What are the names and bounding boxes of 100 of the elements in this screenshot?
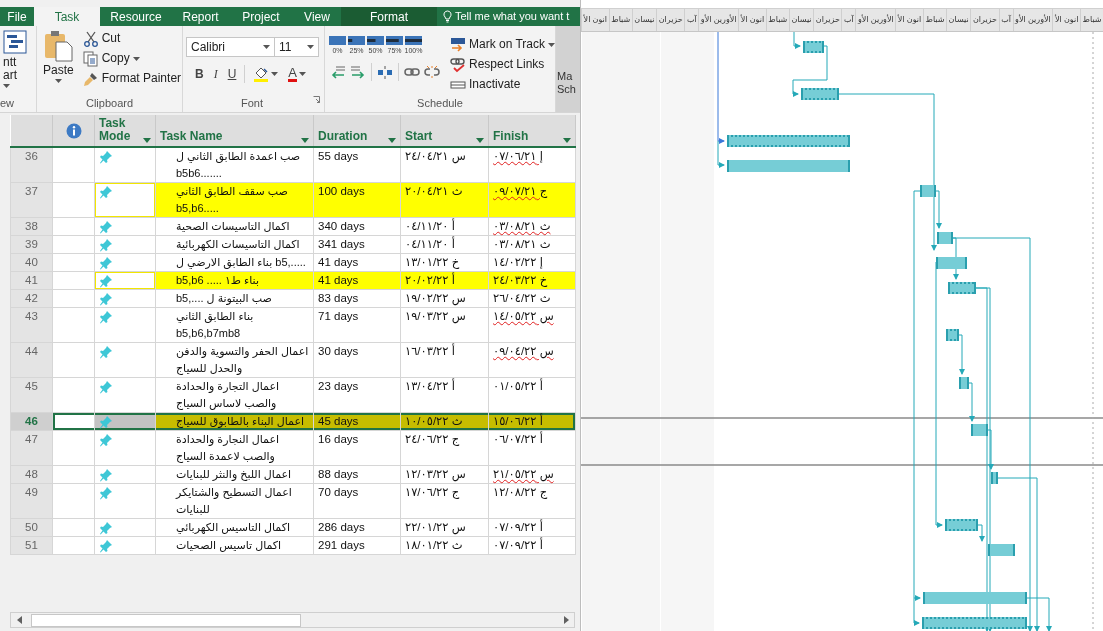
duration: 286 days bbox=[313, 518, 401, 537]
font-name-dropdown[interactable]: Calibri bbox=[186, 37, 275, 57]
timescale-label: آب bbox=[841, 9, 856, 31]
pin-icon bbox=[99, 467, 113, 482]
finish-date: ث ٠٣/٠٨/٢١ bbox=[488, 235, 576, 254]
italic-button[interactable]: I bbox=[208, 64, 223, 84]
format-painter-button[interactable]: Format Painter bbox=[80, 70, 184, 88]
duration: 30 days bbox=[313, 342, 401, 378]
column-header[interactable]: Finish bbox=[488, 115, 576, 147]
caret-icon bbox=[3, 84, 10, 89]
finish-date: س ١٤/٠٥/٢٢ bbox=[488, 307, 576, 343]
task-name: b5,.... صب البيتونة ل bbox=[155, 289, 314, 308]
dropdown-arrow-icon bbox=[476, 138, 484, 143]
task-bar-icon bbox=[367, 36, 384, 45]
caret-icon bbox=[54, 79, 62, 84]
duration: 340 days bbox=[313, 217, 401, 236]
caret-icon bbox=[271, 72, 279, 76]
start-date: س ٢٤/٠٤/٢١ bbox=[400, 147, 489, 183]
caret-icon bbox=[548, 43, 556, 47]
task-bar-icon bbox=[386, 36, 403, 45]
task-name: بناء الطابق الثاني b5,b6,b7mb8 bbox=[155, 307, 314, 343]
timescale-label: نيسان bbox=[631, 9, 657, 31]
tell-me-search[interactable]: Tell me what you want t bbox=[437, 7, 580, 26]
start-date: س ١٢/٠٣/٢٢ bbox=[400, 465, 489, 484]
duration: 70 days bbox=[313, 483, 401, 519]
split-icon bbox=[377, 65, 393, 79]
timescale-label: شباط bbox=[608, 9, 632, 31]
ribbon-tab[interactable]: Task bbox=[34, 7, 100, 26]
column-header[interactable]: Task Mode bbox=[94, 115, 156, 147]
ribbon-tab[interactable]: Report bbox=[172, 7, 229, 26]
timescale-label: شباط bbox=[765, 9, 789, 31]
task-bar-icon bbox=[348, 36, 365, 45]
pin-icon bbox=[99, 344, 113, 359]
dialog-launcher-icon bbox=[313, 96, 320, 103]
timescale-label: حزيران bbox=[970, 9, 999, 31]
ribbon-tab[interactable]: Format bbox=[341, 7, 437, 26]
pin-icon bbox=[99, 538, 113, 553]
gantt-chart-button[interactable]: ntt art bbox=[0, 30, 30, 96]
task-name: صب سقف الطابق الثاني b5,b6..... bbox=[155, 182, 314, 218]
finish-date: إ ٠٧/٠٦/٢١ bbox=[488, 147, 576, 183]
start-date: أ ١٣/٠٤/٢٢ bbox=[400, 377, 489, 413]
left-arrow-icon bbox=[16, 616, 22, 624]
ribbon-tab[interactable]: Project bbox=[229, 7, 293, 26]
column-header[interactable]: Duration bbox=[313, 115, 401, 147]
task-mode-button[interactable]: Ma Sch bbox=[556, 26, 580, 112]
dropdown-arrow-icon bbox=[301, 138, 309, 143]
link-icon bbox=[404, 65, 420, 79]
task-bar-icon bbox=[405, 36, 422, 45]
task-name: صب اعمدة الطابق الثاني ل b5b6....... bbox=[155, 147, 314, 183]
duration: 83 days bbox=[313, 289, 401, 308]
task-bar bbox=[944, 519, 979, 531]
respect-links-button[interactable]: Respect Links bbox=[448, 56, 558, 74]
group-label: Font bbox=[241, 96, 263, 111]
task-bar bbox=[920, 185, 936, 197]
task-name: اكمال تاسيس الصحيات bbox=[155, 536, 314, 555]
finish-date: أ ٠١/٠٥/٢٢ bbox=[488, 377, 576, 413]
finish-date: أ ٠٧/٠٩/٢٢ bbox=[488, 536, 576, 555]
font-size-dropdown[interactable]: 11 bbox=[275, 37, 319, 57]
copy-icon bbox=[82, 51, 99, 67]
timescale-label: نيسان bbox=[946, 9, 971, 31]
duration: 100 days bbox=[313, 182, 401, 218]
cut-button[interactable]: Cut bbox=[80, 30, 184, 48]
timescale-label: حزيران bbox=[813, 9, 842, 31]
task-bar bbox=[991, 472, 998, 484]
copy-button[interactable]: Copy bbox=[80, 50, 184, 68]
row-number: 43 bbox=[10, 307, 53, 343]
start-date: س ١٩/٠٢/٢٢ bbox=[400, 289, 489, 308]
right-arrow-icon bbox=[563, 616, 569, 624]
font-color-button[interactable]: A bbox=[283, 64, 311, 84]
finish-date: س ٠٩/٠٤/٢٢ bbox=[488, 342, 576, 378]
info-icon bbox=[65, 122, 82, 139]
mark-on-track-button[interactable]: Mark on Track bbox=[448, 36, 558, 54]
paste-button[interactable]: Paste bbox=[40, 30, 77, 96]
pin-icon bbox=[99, 149, 113, 164]
unlink-tasks-button[interactable] bbox=[422, 64, 442, 80]
pin-icon bbox=[99, 291, 113, 306]
bold-button[interactable]: B bbox=[190, 64, 209, 84]
row-number: 36 bbox=[10, 147, 53, 183]
ribbon-tab[interactable]: Resource bbox=[100, 7, 172, 26]
finish-date: ث ٢٦/٠٤/٢٢ bbox=[488, 289, 576, 308]
dropdown-arrow-icon bbox=[143, 138, 151, 143]
underline-button[interactable]: U bbox=[222, 64, 242, 84]
start-date: أ ٠٤/١١/٢٠ bbox=[400, 235, 489, 254]
caret-icon bbox=[263, 45, 270, 49]
split-task-button[interactable] bbox=[375, 64, 395, 80]
finish-date: إ ١٤/٠٢/٢٢ bbox=[488, 253, 576, 272]
timescale-label: انون الأ bbox=[895, 9, 923, 31]
file-tab[interactable]: File bbox=[0, 7, 34, 26]
timescale-label: انون الأ bbox=[581, 9, 609, 31]
inactivate-button[interactable]: Inactivate bbox=[448, 76, 558, 94]
task-bar bbox=[959, 377, 969, 389]
column-header[interactable]: Task Name bbox=[155, 115, 314, 147]
timescale-label: شباط bbox=[922, 9, 946, 31]
column-header[interactable]: Start bbox=[400, 115, 489, 147]
ribbon-tab[interactable]: View bbox=[293, 7, 341, 26]
task-name: اعمال التسطيح والشتايكر للبنايات bbox=[155, 483, 314, 519]
task-name: اكمال التاسيسات الكهربائية bbox=[155, 235, 314, 254]
horizontal-scrollbar[interactable] bbox=[10, 612, 575, 628]
task-bar bbox=[937, 232, 953, 244]
finish-date: أ ٠٦/٠٧/٢٢ bbox=[488, 430, 576, 466]
